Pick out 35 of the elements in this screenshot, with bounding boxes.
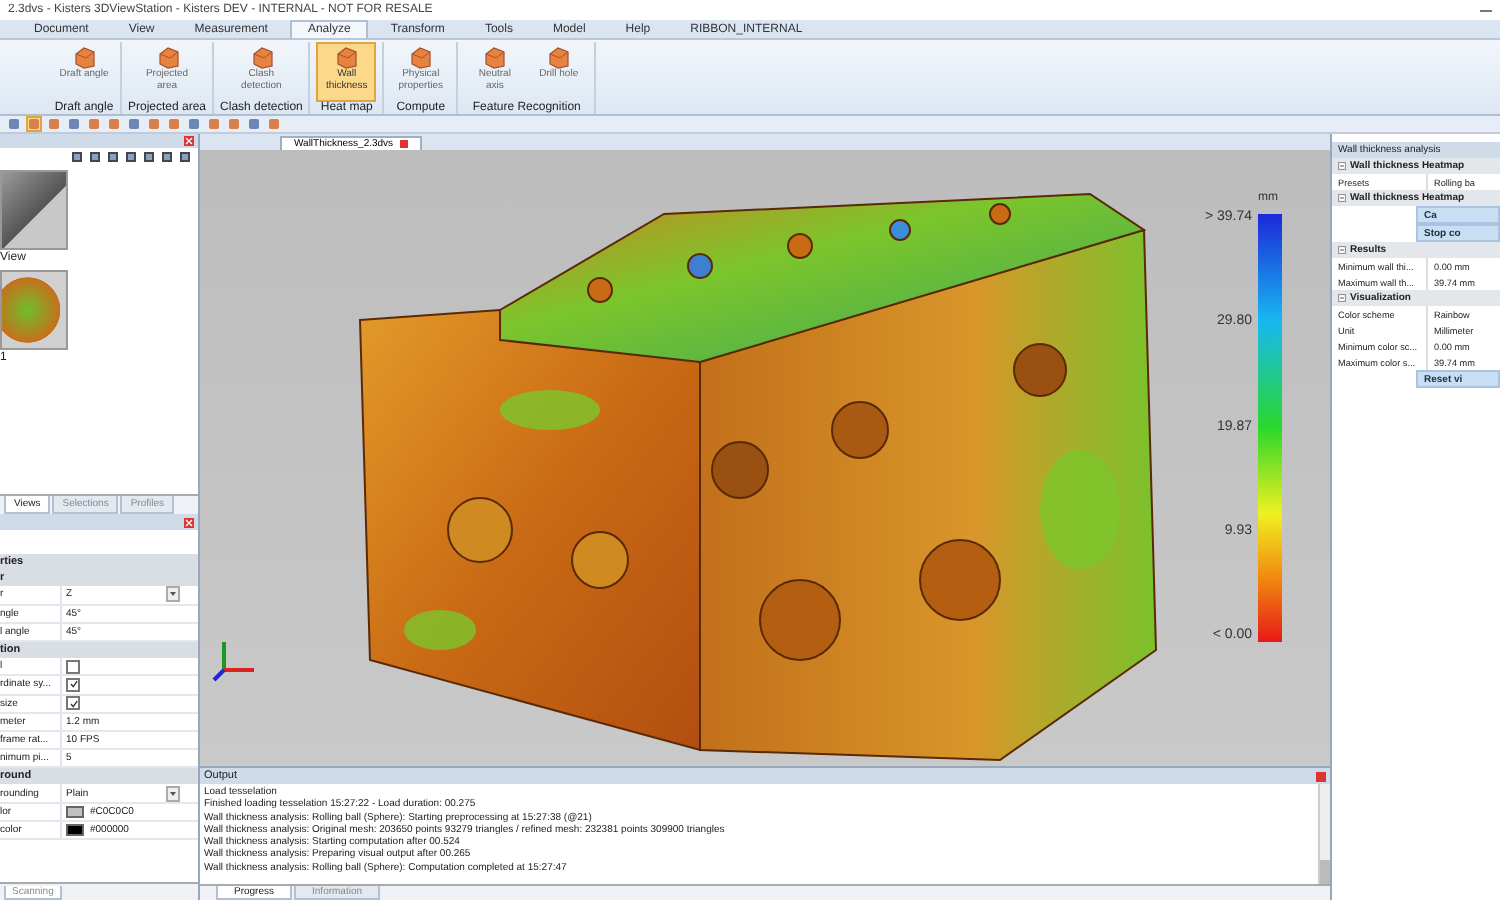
checkmark-icon xyxy=(69,680,77,689)
part-icon xyxy=(546,46,571,70)
toolbar-button[interactable] xyxy=(166,116,182,132)
collapse-icon[interactable] xyxy=(1338,162,1346,170)
collapse-icon[interactable] xyxy=(1338,246,1346,254)
checkbox[interactable] xyxy=(66,696,80,711)
model-thumbnail[interactable] xyxy=(0,170,68,250)
toolbar-button[interactable] xyxy=(206,116,222,132)
toolbar-button[interactable] xyxy=(86,116,102,132)
checkmark-icon xyxy=(69,699,77,708)
toolbar-button[interactable] xyxy=(26,116,42,132)
toolbar-button[interactable] xyxy=(246,116,262,132)
part-icon xyxy=(155,46,180,70)
collapse-icon[interactable] xyxy=(1338,194,1346,202)
toolbar-button[interactable] xyxy=(146,116,162,132)
toolbar-button[interactable] xyxy=(106,116,122,132)
part-icon xyxy=(334,46,359,70)
caret-icon xyxy=(170,791,176,796)
toolbar-button[interactable] xyxy=(126,116,142,132)
toolbar-button[interactable] xyxy=(6,116,22,132)
part-icon xyxy=(408,46,433,70)
toolbar-button[interactable] xyxy=(186,116,202,132)
toolbar-button[interactable] xyxy=(46,116,62,132)
part-icon xyxy=(72,46,96,70)
toolbar-button[interactable] xyxy=(226,116,242,132)
toolbar-button[interactable] xyxy=(266,116,282,132)
heatmap-thumbnail[interactable] xyxy=(0,270,68,350)
part-icon xyxy=(249,46,274,70)
minimize-icon[interactable] xyxy=(1480,6,1492,14)
checkbox[interactable] xyxy=(66,659,80,674)
part-icon xyxy=(482,46,507,70)
caret-icon xyxy=(170,592,176,597)
toolbar-button[interactable] xyxy=(66,116,82,132)
collapse-icon[interactable] xyxy=(1338,294,1346,302)
checkbox[interactable] xyxy=(66,677,80,692)
